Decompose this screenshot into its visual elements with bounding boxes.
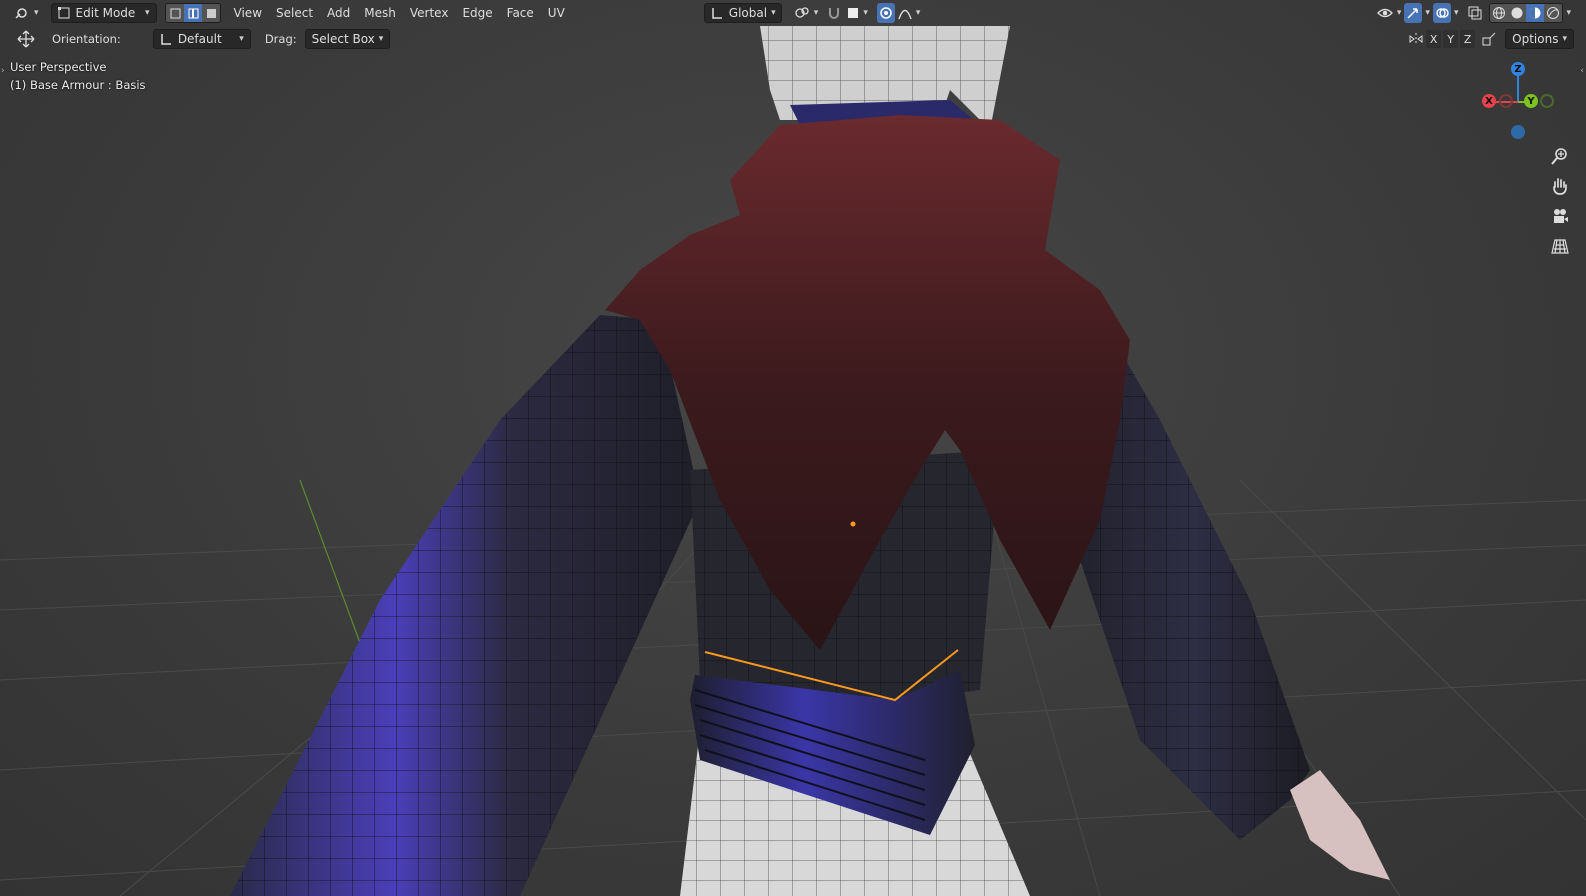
solid-shading-button[interactable] — [1508, 4, 1527, 22]
editor-type-button[interactable]: ▾ — [8, 3, 45, 23]
material-shading-button[interactable] — [1526, 4, 1545, 22]
drag-value: Select Box — [311, 32, 375, 46]
options-label: Options — [1512, 32, 1559, 46]
active-tool-button[interactable] — [12, 29, 40, 49]
rendered-shading-button[interactable] — [1544, 4, 1563, 22]
editor-type-icon — [15, 8, 27, 19]
eye-icon — [1376, 8, 1393, 18]
material-sphere-icon — [1529, 7, 1541, 19]
snap-target-button[interactable]: ▾ — [844, 3, 871, 23]
sidebar-expand-icon[interactable]: ‹ — [1580, 66, 1584, 76]
select-mode-group — [164, 3, 221, 23]
navigation-gizmo[interactable]: Z X Y — [1480, 60, 1560, 150]
menu-add[interactable]: Add — [320, 3, 357, 23]
falloff-dropdown[interactable]: ▾ — [895, 3, 924, 23]
auto-merge-icon — [1482, 32, 1496, 46]
object-info-label: (1) Base Armour : Basis — [10, 78, 146, 92]
gizmo-y-axis[interactable]: Y — [1524, 94, 1538, 108]
xray-icon — [1468, 6, 1482, 20]
transform-orientation-label: Global — [728, 6, 768, 20]
menu-uv[interactable]: UV — [541, 3, 572, 23]
wireframe-sphere-icon — [1493, 7, 1506, 19]
edit-mode-icon — [57, 7, 70, 19]
gizmo-z-axis[interactable]: Z — [1511, 62, 1525, 76]
auto-merge-button[interactable] — [1479, 29, 1499, 49]
rendered-sphere-icon — [1547, 7, 1560, 19]
object-origin — [850, 521, 856, 527]
gizmo-neg-y-axis[interactable] — [1540, 94, 1554, 108]
overlays-icon — [1436, 8, 1449, 18]
viewport-header: ▾ Edit Mode ▾ View Select Add Mesh Vertex… — [0, 0, 1586, 26]
mode-label: Edit Mode — [75, 6, 136, 20]
gizmo-neg-x-axis[interactable] — [1499, 94, 1513, 108]
overlays-toggle-button[interactable] — [1432, 3, 1451, 23]
tool-settings-bar: Orientation: Default ▾ Drag: Select Box ▾ … — [0, 26, 1586, 52]
pivot-icon — [795, 7, 809, 18]
mirror-z-toggle[interactable]: Z — [1460, 30, 1476, 48]
transform-orientation-dropdown[interactable]: Global ▾ — [703, 3, 782, 23]
vertex-select-button[interactable] — [165, 4, 184, 22]
hand-pan-icon — [1553, 178, 1567, 195]
move-arrows-icon — [17, 30, 35, 48]
snap-toggle-button[interactable] — [824, 3, 844, 23]
menu-edge[interactable]: Edge — [455, 3, 499, 23]
global-orientation-icon — [712, 8, 722, 19]
proportional-edit-button[interactable] — [876, 3, 895, 23]
zoom-button[interactable] — [1548, 144, 1572, 168]
mirror-axes: X Y Z — [1426, 30, 1476, 48]
options-dropdown[interactable]: Options ▾ — [1505, 29, 1574, 49]
mirror-y-toggle[interactable]: Y — [1443, 30, 1459, 48]
magnet-icon — [829, 8, 840, 19]
solid-sphere-icon — [1511, 7, 1523, 19]
shading-mode-group — [1489, 3, 1564, 23]
hand-mesh — [1290, 770, 1390, 880]
face-select-icon — [206, 9, 216, 18]
camera-icon — [1554, 209, 1568, 223]
gizmo-dropdown[interactable]: ▾ — [1422, 3, 1433, 23]
wireframe-shading-button[interactable] — [1490, 4, 1509, 22]
face-select-button[interactable] — [201, 4, 220, 22]
drag-dropdown[interactable]: Select Box ▾ — [304, 29, 391, 49]
ortho-toggle-button[interactable] — [1548, 234, 1572, 258]
camera-view-button[interactable] — [1548, 204, 1572, 228]
header-menus: View Select Add Mesh Vertex Edge Face UV — [227, 3, 572, 23]
scene-render[interactable] — [0, 0, 1586, 896]
gizmo-x-axis[interactable]: X — [1482, 94, 1496, 108]
menu-select[interactable]: Select — [269, 3, 320, 23]
mirror-icon — [1409, 33, 1423, 45]
shading-dropdown[interactable]: ▾ — [1563, 3, 1574, 23]
viewport-perspective-label: User Perspective — [10, 60, 107, 74]
mode-dropdown[interactable]: Edit Mode ▾ — [50, 3, 157, 23]
toolbar-expand-icon[interactable]: › — [1, 66, 5, 76]
menu-view[interactable]: View — [227, 3, 269, 23]
vertex-select-icon — [170, 8, 181, 19]
snap-square-icon — [848, 8, 859, 18]
3d-viewport[interactable]: ▾ Edit Mode ▾ View Select Add Mesh Vertex… — [0, 0, 1586, 896]
menu-face[interactable]: Face — [500, 3, 541, 23]
pan-button[interactable] — [1548, 174, 1572, 198]
mirror-toggle-button[interactable] — [1406, 29, 1426, 49]
mirror-x-toggle[interactable]: X — [1426, 30, 1442, 48]
visibility-button[interactable]: ▾ — [1374, 3, 1405, 23]
grid-ortho-icon — [1551, 239, 1569, 254]
overlays-dropdown[interactable]: ▾ — [1451, 3, 1462, 23]
menu-mesh[interactable]: Mesh — [357, 3, 403, 23]
pivot-point-button[interactable]: ▾ — [788, 3, 825, 23]
orientation-value: Default — [177, 32, 222, 46]
proportional-edit-icon — [880, 7, 892, 19]
gizmo-arrows-icon — [1407, 8, 1419, 19]
gizmo-neg-z-axis[interactable] — [1511, 125, 1525, 139]
gizmo-toggle-button[interactable] — [1404, 3, 1423, 23]
orientation-icon — [161, 34, 171, 45]
falloff-curve-icon — [898, 9, 912, 20]
orientation-label: Orientation: — [52, 32, 121, 46]
zoom-icon — [1551, 148, 1567, 165]
xray-toggle-button[interactable] — [1465, 3, 1485, 23]
orientation-dropdown[interactable]: Default ▾ — [152, 29, 251, 49]
menu-vertex[interactable]: Vertex — [403, 3, 456, 23]
drag-label: Drag: — [264, 32, 297, 46]
edge-select-button[interactable] — [183, 4, 202, 22]
edge-select-icon — [188, 8, 199, 19]
